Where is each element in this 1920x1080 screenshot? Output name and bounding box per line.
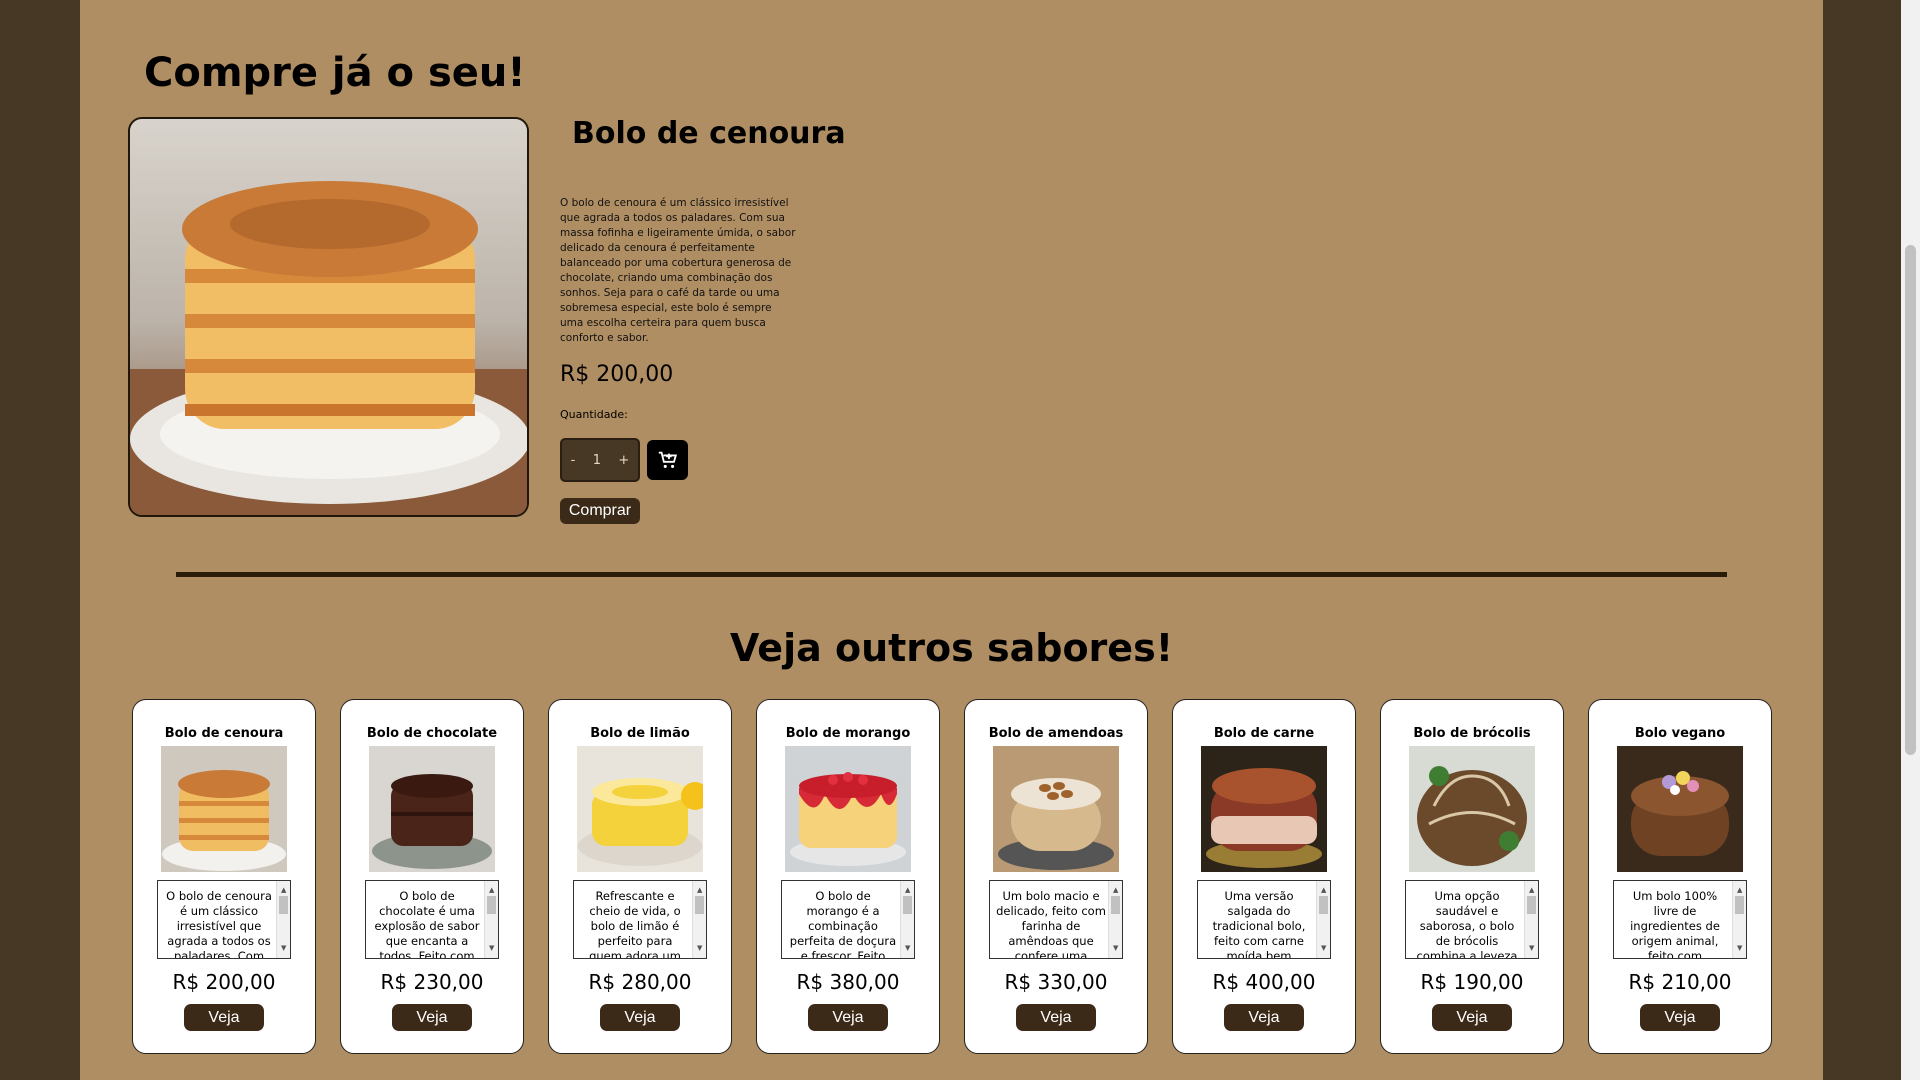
card-description-scrollbar[interactable]: ▲ ▼: [1316, 881, 1330, 958]
card-title: Bolo de amendoas: [988, 726, 1124, 741]
card-price: R$ 200,00: [172, 970, 276, 994]
quantity-decrease-button[interactable]: -: [571, 453, 576, 468]
card-price: R$ 280,00: [588, 970, 692, 994]
page: Compre já o seu! Bolo de cenoura O bolo …: [80, 0, 1823, 1080]
card-description-scrollbar[interactable]: ▲ ▼: [1108, 881, 1122, 958]
card-title: Bolo de morango: [785, 726, 911, 741]
card-description: Um bolo 100% livre de ingredientes de or…: [1613, 880, 1747, 959]
card-image: [577, 746, 703, 872]
cart-add-icon: [658, 451, 677, 468]
product-name: Bolo de cenoura: [572, 116, 846, 151]
product-card: Bolo de cenoura O bolo de cenoura é um c…: [132, 699, 316, 1054]
card-price: R$ 380,00: [796, 970, 900, 994]
product-description: O bolo de cenoura é um clássico irresist…: [560, 197, 796, 344]
card-price: R$ 210,00: [1628, 970, 1732, 994]
section-divider: [176, 572, 1727, 577]
product-price: R$ 200,00: [560, 362, 674, 387]
card-title: Bolo vegano: [1634, 726, 1726, 741]
card-image: [1617, 746, 1743, 872]
product-card: Bolo de amendoas Um bolo macio e delicad…: [964, 699, 1148, 1054]
view-button[interactable]: Veja: [808, 1004, 888, 1031]
quantity-value[interactable]: 1: [593, 453, 601, 468]
card-description-scrollbar[interactable]: ▲ ▼: [1524, 881, 1538, 958]
card-description-scrollbar[interactable]: ▲ ▼: [692, 881, 706, 958]
card-image: [785, 746, 911, 872]
card-image: [1201, 746, 1327, 872]
card-description: Um bolo macio e delicado, feito com fari…: [989, 880, 1123, 959]
product-card: Bolo de morango O bolo de morango é a co…: [756, 699, 940, 1054]
buy-button[interactable]: Comprar: [560, 498, 640, 524]
card-description-scrollbar[interactable]: ▲ ▼: [484, 881, 498, 958]
card-title: Bolo de carne: [1213, 726, 1315, 741]
product-card: Bolo vegano Um bolo 100% livre de ingred…: [1588, 699, 1772, 1054]
product-cards: Bolo de cenoura O bolo de cenoura é um c…: [132, 699, 1772, 1054]
product-card: Bolo de carne Uma versão salgada do trad…: [1172, 699, 1356, 1054]
card-title: Bolo de brócolis: [1413, 726, 1531, 741]
card-title: Bolo de chocolate: [366, 726, 498, 741]
other-flavors-title: Veja outros sabores!: [729, 626, 1174, 670]
quantity-stepper: - 1 +: [560, 438, 640, 482]
card-description: O bolo de morango é a combinação perfeit…: [781, 880, 915, 959]
view-button[interactable]: Veja: [392, 1004, 472, 1031]
card-title: Bolo de cenoura: [164, 726, 284, 741]
card-description-scrollbar[interactable]: ▲ ▼: [276, 881, 290, 958]
card-description: Uma versão salgada do tradicional bolo, …: [1197, 880, 1331, 959]
card-image: [993, 746, 1119, 872]
card-price: R$ 230,00: [380, 970, 484, 994]
card-title: Bolo de limão: [590, 726, 690, 741]
page-scrollbar[interactable]: [1901, 0, 1920, 1080]
view-button[interactable]: Veja: [1016, 1004, 1096, 1031]
scrollbar-thumb[interactable]: [1905, 245, 1916, 755]
card-image: [369, 746, 495, 872]
card-description: O bolo de cenoura é um clássico irresist…: [157, 880, 291, 959]
quantity-label: Quantidade:: [560, 408, 628, 421]
view-button[interactable]: Veja: [1224, 1004, 1304, 1031]
page-title: Compre já o seu!: [144, 50, 526, 96]
view-button[interactable]: Veja: [600, 1004, 680, 1031]
quantity-increase-button[interactable]: +: [618, 453, 629, 468]
view-button[interactable]: Veja: [184, 1004, 264, 1031]
card-price: R$ 190,00: [1420, 970, 1524, 994]
product-card: Bolo de limão Refrescante e cheio de vid…: [548, 699, 732, 1054]
card-description-scrollbar[interactable]: ▲ ▼: [1732, 881, 1746, 958]
product-card: Bolo de brócolis Uma opção saudável e sa…: [1380, 699, 1564, 1054]
card-image: [161, 746, 287, 872]
card-description: O bolo de chocolate é uma explosão de sa…: [365, 880, 499, 959]
card-price: R$ 400,00: [1212, 970, 1316, 994]
product-card: Bolo de chocolate O bolo de chocolate é …: [340, 699, 524, 1054]
view-button[interactable]: Veja: [1640, 1004, 1720, 1031]
card-description-scrollbar[interactable]: ▲ ▼: [900, 881, 914, 958]
card-description: Refrescante e cheio de vida, o bolo de l…: [573, 880, 707, 959]
card-price: R$ 330,00: [1004, 970, 1108, 994]
view-button[interactable]: Veja: [1432, 1004, 1512, 1031]
add-to-cart-button[interactable]: [647, 440, 688, 480]
product-image: [128, 117, 529, 517]
card-image: [1409, 746, 1535, 872]
card-description: Uma opção saudável e saborosa, o bolo de…: [1405, 880, 1539, 959]
